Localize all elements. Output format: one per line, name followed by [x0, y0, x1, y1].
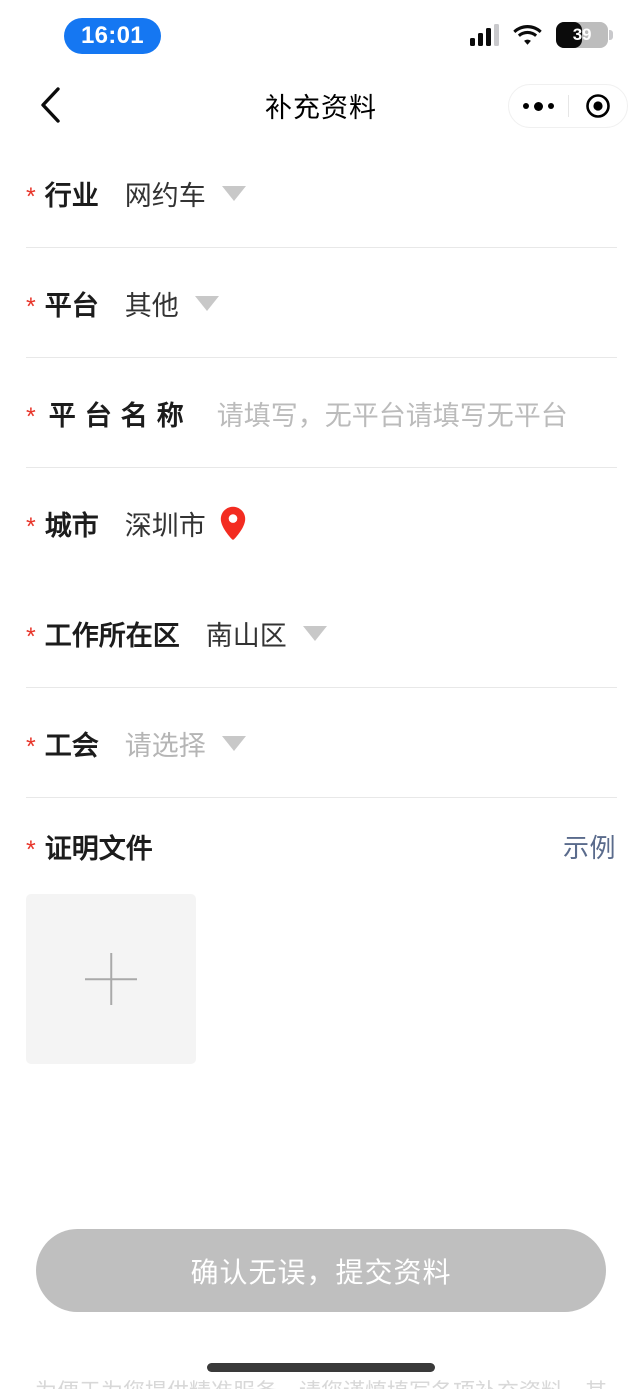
home-indicator	[207, 1363, 435, 1372]
battery-tip	[609, 30, 613, 40]
field-value-industry: 网约车	[124, 180, 206, 211]
field-value-city: 深圳市	[124, 510, 206, 541]
proof-document-header: * 证明文件 示例	[26, 798, 616, 894]
chevron-down-icon[interactable]	[221, 185, 246, 201]
required-asterisk: *	[26, 732, 36, 761]
status-bar: 16:01 39	[0, 0, 642, 72]
field-label-platform: 平台	[44, 290, 99, 321]
field-label-city: 城市	[44, 510, 99, 541]
footer-disclaimer: 为便于为您提供精准服务，请您谨慎填写各项补充资料，其	[0, 1374, 642, 1389]
field-row-work-district[interactable]: * 工作所在区 南山区	[0, 578, 642, 688]
field-label-platform-name: 平台名称	[48, 400, 193, 431]
required-asterisk: *	[26, 292, 36, 321]
cellular-signal-icon	[470, 24, 499, 46]
nav-bar: 补充资料	[0, 72, 642, 138]
miniprogram-capsule[interactable]	[508, 84, 628, 128]
field-row-city[interactable]: * 城市 深圳市	[0, 468, 642, 578]
example-link[interactable]: 示例	[563, 828, 616, 865]
required-asterisk: *	[26, 622, 36, 651]
field-value-work-district: 南山区	[205, 620, 287, 651]
field-label-work-district: 工作所在区	[44, 620, 180, 651]
supplementary-info-form: 行业 * 行业 网约车 * 平台 其他 * 平台名称 请填写，无平台请填写无平台…	[0, 138, 642, 1064]
status-time: 16:01	[81, 22, 144, 49]
battery-level-text: 39	[572, 25, 592, 44]
field-row-platform[interactable]: * 平台 其他	[0, 248, 642, 358]
field-row-platform-name[interactable]: * 平台名称 请填写，无平台请填写无平台	[0, 358, 642, 468]
chevron-down-icon[interactable]	[194, 295, 219, 311]
wifi-icon	[513, 25, 542, 45]
field-row-union[interactable]: * 工会 请选择	[0, 688, 642, 798]
status-time-pill: 16:01	[64, 18, 161, 54]
add-photo-button[interactable]	[26, 894, 196, 1064]
required-asterisk: *	[26, 182, 36, 211]
more-dots-icon[interactable]	[509, 101, 568, 111]
location-pin-icon[interactable]	[220, 506, 246, 540]
required-asterisk: *	[26, 402, 36, 431]
battery-icon: 39	[556, 22, 613, 48]
platform-name-input[interactable]: 请填写，无平台请填写无平台	[217, 394, 568, 433]
field-row-industry[interactable]: 行业 * 行业 网约车	[0, 138, 642, 248]
required-asterisk: *	[26, 512, 36, 541]
submit-button[interactable]: 确认无误，提交资料	[36, 1229, 606, 1312]
field-label-union: 工会	[44, 730, 99, 761]
field-label-industry: 行业	[44, 180, 99, 211]
app-screen: 16:01 39 补充资料 * 行业 网约车 * 平台 其他 * 平台名称 请填…	[0, 0, 642, 1389]
plus-icon	[85, 953, 137, 1005]
chevron-down-icon[interactable]	[302, 625, 327, 641]
chevron-down-icon[interactable]	[221, 735, 246, 751]
target-circle-icon[interactable]	[569, 93, 628, 119]
field-value-union: 请选择	[124, 730, 206, 761]
required-asterisk: *	[26, 835, 36, 864]
proof-document-section: * 证明文件 示例	[0, 798, 642, 1064]
field-label-proof-document: 证明文件	[44, 833, 153, 864]
field-value-platform: 其他	[124, 290, 179, 321]
status-indicators: 39	[470, 22, 613, 48]
